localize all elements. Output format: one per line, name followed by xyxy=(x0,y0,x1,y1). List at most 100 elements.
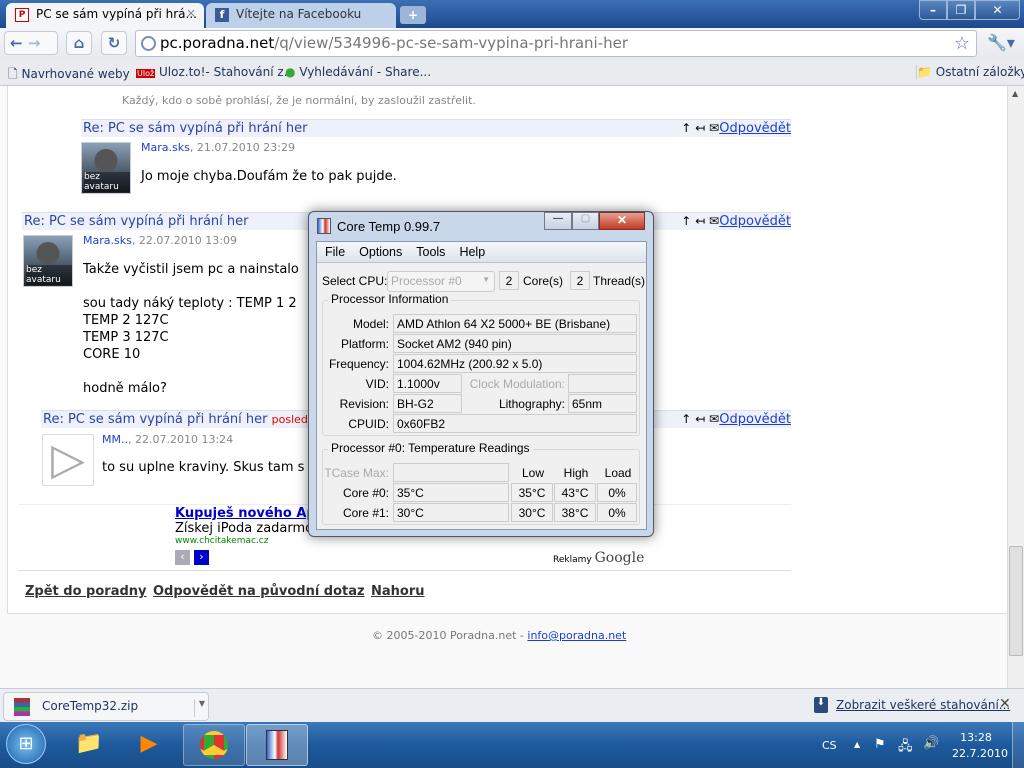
close-tab-icon[interactable]: × xyxy=(186,6,196,20)
threads-count: 2 xyxy=(570,271,590,290)
menu-bar: File Options Tools Help xyxy=(317,242,646,263)
post-title[interactable]: Re: PC se sám vypíná při hrání her xyxy=(43,412,268,427)
menu-help[interactable]: Help xyxy=(459,245,485,259)
poradna-favicon-icon: P xyxy=(15,8,29,22)
coretemp-app-icon xyxy=(317,218,331,234)
clock-date: 22.7.2010 xyxy=(952,747,1008,760)
avatar-label: bez avataru xyxy=(26,265,72,285)
bookmarks-bar: 🗋 Navrhované weby Ulož Uloz.to!- Stahová… xyxy=(0,60,1024,86)
select-cpu-label: Select CPU: xyxy=(322,274,388,288)
core0-high: 43°C xyxy=(554,483,596,502)
chrome-taskbar-icon[interactable] xyxy=(183,724,245,766)
reply-original-link[interactable]: Odpovědět na původní dotaz xyxy=(153,584,365,599)
reply-link[interactable]: Odpovědět xyxy=(719,412,791,427)
minimize-button[interactable]: – xyxy=(919,0,947,20)
post-title[interactable]: Re: PC se sám vypíná při hrání her xyxy=(24,214,249,229)
ads-by-google[interactable]: Reklamy Google xyxy=(553,550,644,566)
back-to-forum-link[interactable]: Zpět do poradny xyxy=(25,584,147,599)
bookmark-label: Uloz.to!- Stahování z... xyxy=(159,65,296,79)
threads-label: Thread(s) xyxy=(593,274,646,288)
show-all-downloads-link[interactable]: Zobrazit veškeré stahování... xyxy=(836,698,1010,712)
ad-title-link[interactable]: Kupuješ nového App xyxy=(175,506,325,521)
forward-icon[interactable]: → xyxy=(28,34,41,52)
wrench-menu-icon[interactable]: 🔧▾ xyxy=(987,33,1015,52)
scroll-thumb[interactable] xyxy=(1009,546,1023,656)
clock[interactable]: 13:28 22.7.2010 xyxy=(952,730,1008,762)
footer: © 2005-2010 Poradna.net - info@poradna.n… xyxy=(372,629,626,642)
taskbar: ⊞ 📁 ▶ CS ▲ ⚑ 🖧 🔊 13:28 22.7.2010 xyxy=(0,722,1024,768)
post-date: , 22.07.2010 13:09 xyxy=(131,234,237,247)
post-actions-icons[interactable]: ↑ ↤ ✉ xyxy=(681,121,719,135)
core1-load: 0% xyxy=(597,503,637,522)
reload-button[interactable]: ↻ xyxy=(101,31,127,55)
bookmark-vyhledavani[interactable]: ● Vyhledávání - Share... xyxy=(285,65,431,79)
media-player-taskbar-icon[interactable]: ▶ xyxy=(118,724,180,766)
bookmark-navrhovane[interactable]: 🗋 Navrhované weby xyxy=(8,65,130,86)
tab-title: Vítejte na Facebooku xyxy=(236,7,362,21)
reply-link[interactable]: Odpovědět xyxy=(719,214,791,229)
ad-url[interactable]: www.chcitakemac.cz xyxy=(175,536,268,546)
model-value: AMD Athlon 64 X2 5000+ BE (Brisbane) xyxy=(393,314,637,333)
maximize-button[interactable]: ▢ xyxy=(572,212,599,230)
star-icon[interactable]: ☆ xyxy=(954,33,970,54)
scroll-up-icon[interactable]: ▲ xyxy=(1012,89,1018,98)
bookmark-ulozto[interactable]: Ulož Uloz.to!- Stahování z... xyxy=(136,65,295,79)
bookmark-label: Vyhledávání - Share... xyxy=(299,65,432,79)
ad-prev-button[interactable]: ‹ xyxy=(175,550,190,565)
minimize-button[interactable]: — xyxy=(544,212,572,230)
address-bar[interactable]: pc.poradna.net/q/view/534996-pc-se-sam-v… xyxy=(135,30,977,57)
start-button[interactable]: ⊞ xyxy=(6,724,46,764)
post-header: Re: PC se sám vypíná při hrání her ↑ ↤ ✉… xyxy=(81,119,791,137)
close-shelf-icon[interactable]: ✕ xyxy=(999,696,1011,712)
winrar-icon xyxy=(14,698,30,716)
frequency-label: Frequency: xyxy=(328,357,389,371)
tab-facebook[interactable]: f Vítejte na Facebooku xyxy=(206,3,396,28)
reload-icon: ↻ xyxy=(107,34,121,52)
tab-poradna[interactable]: P PC se sám vypíná při hrá... × xyxy=(6,3,204,28)
author-link[interactable]: MM.. xyxy=(102,433,128,446)
home-button[interactable]: ⌂ xyxy=(66,31,92,55)
email-link[interactable]: info@poradna.net xyxy=(527,629,626,642)
post-actions-icons[interactable]: ↑ ↤ ✉ xyxy=(681,214,719,228)
reply-link[interactable]: Odpovědět xyxy=(719,121,791,136)
volume-icon[interactable]: 🔊 xyxy=(923,736,939,751)
author-link[interactable]: Mara.sks xyxy=(141,141,190,154)
coretemp-window: Core Temp 0.99.7 — ▢ ✕ File Options Tools H… xyxy=(308,211,654,537)
action-center-flag-icon[interactable]: ⚑ xyxy=(874,737,886,752)
restore-button[interactable]: ❐ xyxy=(947,0,975,20)
network-icon[interactable]: 🖧 xyxy=(898,737,913,759)
post-meta: Mara.sks, 21.07.2010 23:29 xyxy=(141,141,295,154)
clock-time: 13:28 xyxy=(960,731,992,744)
explorer-taskbar-icon[interactable]: 📁 xyxy=(58,724,120,766)
chevron-down-icon: ▼ xyxy=(482,275,490,284)
coretemp-taskbar-icon[interactable] xyxy=(246,724,308,766)
scrollbar[interactable]: ▲ xyxy=(1007,86,1024,688)
load-header: Load xyxy=(604,466,632,480)
ad-next-button[interactable]: › xyxy=(194,550,209,565)
other-bookmarks[interactable]: 📁 Ostatní záložky xyxy=(916,65,1024,79)
high-header: High xyxy=(563,466,589,480)
download-filename: CoreTemp32.zip xyxy=(42,699,139,713)
menu-options[interactable]: Options xyxy=(359,245,402,259)
home-icon: ⌂ xyxy=(73,34,85,52)
back-icon[interactable]: ← xyxy=(10,34,23,52)
close-button[interactable]: ✕ xyxy=(599,212,645,230)
back-forward-buttons[interactable]: ← → xyxy=(4,31,58,55)
cpu-select[interactable]: Processor #0 ▼ xyxy=(387,271,495,292)
author-link[interactable]: Mara.sks xyxy=(83,234,132,247)
menu-tools[interactable]: Tools xyxy=(416,245,445,259)
language-indicator[interactable]: CS xyxy=(822,739,837,752)
download-item[interactable]: CoreTemp32.zip ▼ xyxy=(3,692,209,721)
show-desktop-button[interactable] xyxy=(1012,722,1024,768)
group-title: Processor #0: Temperature Readings xyxy=(328,441,533,455)
avatar: bez avataru xyxy=(81,142,131,194)
vid-label: VID: xyxy=(365,377,389,391)
post-actions-icons[interactable]: ↑ ↤ ✉ xyxy=(681,412,719,426)
top-link[interactable]: Nahoru xyxy=(371,584,425,599)
menu-file[interactable]: File xyxy=(325,245,345,259)
show-hidden-icons[interactable]: ▲ xyxy=(854,740,860,749)
close-window-button[interactable]: ✕ xyxy=(975,0,1020,20)
download-menu-icon[interactable]: ▼ xyxy=(193,699,205,717)
post-title[interactable]: Re: PC se sám vypíná při hrání her xyxy=(83,121,308,136)
new-tab-button[interactable]: + xyxy=(400,6,426,24)
